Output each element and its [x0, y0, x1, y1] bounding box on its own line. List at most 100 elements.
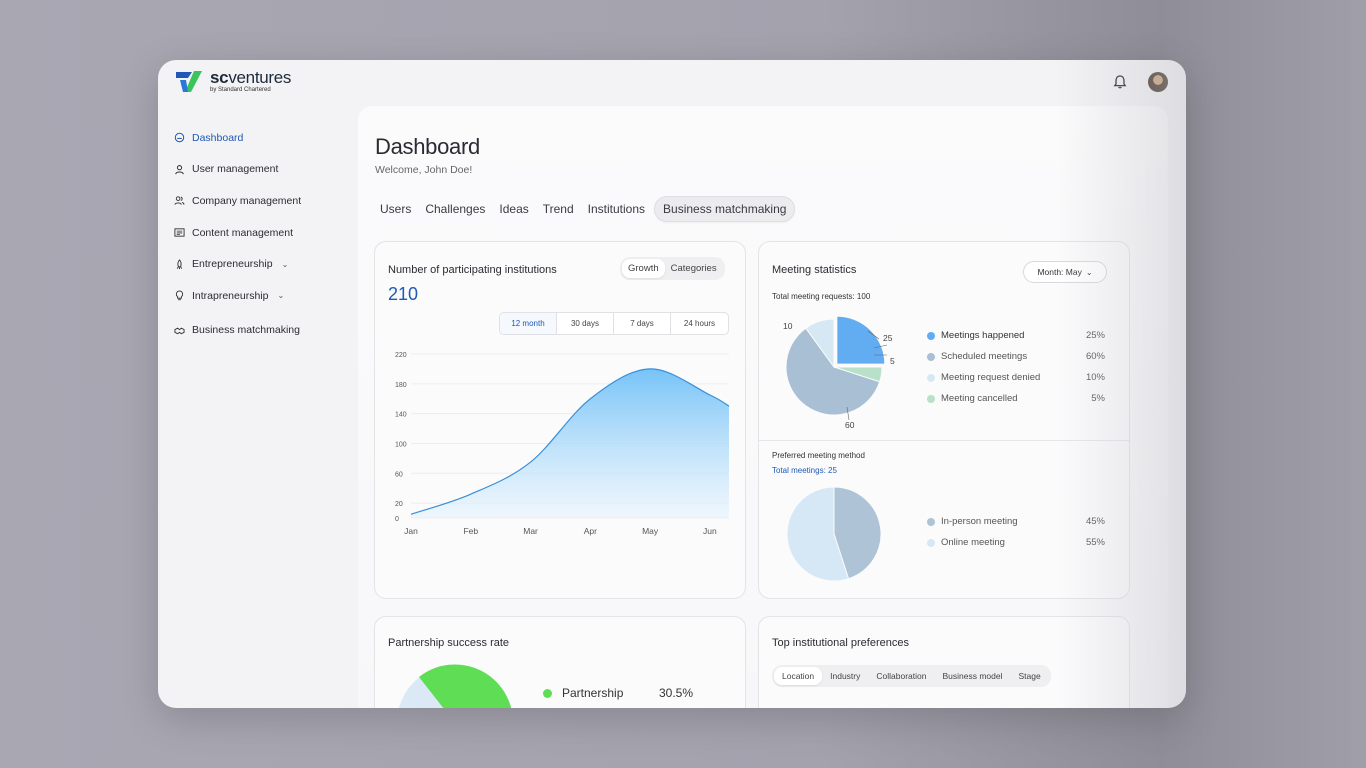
brand-name: scventures [210, 68, 292, 87]
avatar[interactable] [1148, 72, 1168, 92]
brand-logo[interactable]: scventures by Standard Chartered [174, 68, 291, 96]
pie-leader-lines [846, 330, 888, 421]
pref-tab-industry[interactable]: Industry [822, 667, 868, 685]
growth-area-chart: 0 20 60 100 140 180 220 Jan Feb Mar Apr May Jun [395, 352, 730, 536]
handshake-icon [174, 327, 185, 335]
range-7-days[interactable]: 7 days [614, 313, 671, 334]
legend-online: Online meeting [927, 537, 1005, 548]
bulb-icon [175, 290, 184, 301]
partnership-card: Partnership success rate Partnership 30.… [374, 616, 746, 708]
legend-label: Meeting cancelled [941, 393, 1018, 404]
sidebar-item-company-management[interactable]: Company management [174, 185, 344, 217]
x-tick-label: Jan [404, 526, 418, 536]
institutions-card-title: Number of participating institutions [388, 264, 557, 276]
logo-mark-icon [176, 71, 202, 92]
legend-partnership: Partnership [543, 686, 623, 700]
users-icon [174, 196, 185, 206]
x-tick-label: Mar [523, 526, 538, 536]
legend-value: 30.5% [659, 686, 694, 700]
partnership-pie [398, 664, 512, 708]
y-tick-label: 60 [395, 471, 403, 478]
sidebar: Dashboard User management Company manage… [174, 122, 344, 346]
legend-label: Partnership [562, 686, 624, 700]
legend-dot [927, 517, 935, 526]
preferences-card: Top institutional preferences Location I… [758, 616, 1130, 708]
sidebar-item-user-management[interactable]: User management [174, 154, 344, 186]
x-tick-label: Feb [463, 526, 478, 536]
tab-challenges[interactable]: Challenges [420, 197, 490, 221]
meeting-method-pie [786, 486, 882, 582]
legend-dot [927, 331, 935, 340]
tab-trend[interactable]: Trend [538, 197, 579, 221]
sidebar-item-label: Content management [192, 226, 293, 239]
range-30-days[interactable]: 30 days [557, 313, 614, 334]
legend-dot [927, 394, 935, 403]
legend-label: Scheduled meetings [941, 351, 1028, 362]
legend-label: Meeting request denied [941, 372, 1041, 383]
sidebar-item-dashboard[interactable]: Dashboard [174, 122, 344, 154]
legend-dot [927, 352, 935, 361]
sidebar-item-content-management[interactable]: Content management [174, 217, 344, 249]
sidebar-item-label: Business matchmaking [192, 324, 300, 337]
page-title: Dashboard [375, 134, 480, 159]
welcome-text: Welcome, John Doe! [375, 164, 473, 176]
legend-scheduled-meetings: Scheduled meetings [927, 351, 1027, 362]
legend-meeting-cancelled: Meeting cancelled [927, 393, 1018, 404]
y-tick-label: 0 [395, 516, 399, 523]
preferences-card-title: Top institutional preferences [772, 637, 909, 649]
legend-value: 10% [1085, 372, 1105, 383]
sidebar-item-label: Entrepreneurship [192, 258, 273, 271]
legend-label: Meetings happened [941, 330, 1025, 341]
legend-value: 55% [1085, 537, 1105, 548]
institutions-card: Number of participating institutions 210… [374, 241, 746, 599]
range-12-month[interactable]: 12 month [500, 313, 557, 334]
bell-icon[interactable] [1112, 74, 1128, 90]
sidebar-item-label: Dashboard [192, 131, 244, 144]
tab-business-matchmaking[interactable]: Business matchmaking [654, 196, 796, 222]
dashboard-tabs: Users Challenges Ideas Trend Institution… [375, 196, 799, 222]
card-divider [759, 440, 1129, 441]
partnership-card-title: Partnership success rate [388, 637, 510, 649]
preferred-method-title: Preferred meeting method [772, 451, 865, 460]
legend-dot [543, 688, 552, 698]
y-tick-label: 220 [395, 352, 407, 359]
main-panel: Dashboard Welcome, John Doe! Users Chall… [358, 106, 1168, 708]
time-range-selector: 12 month 30 days 7 days 24 hours [499, 312, 729, 335]
y-tick-label: 180 [395, 382, 407, 389]
legend-dot [927, 538, 935, 547]
preferences-tabs: Location Industry Collaboration Business… [772, 665, 1051, 687]
tab-institutions[interactable]: Institutions [583, 197, 650, 221]
brand-tagline: by Standard Chartered [210, 87, 271, 93]
toggle-growth[interactable]: Growth [622, 259, 665, 278]
tab-ideas[interactable]: Ideas [494, 197, 533, 221]
legend-in-person: In-person meeting [927, 516, 1018, 527]
x-tick-label: Jun [703, 526, 717, 536]
sidebar-item-label: Intrapreneurship [192, 289, 269, 302]
app-window: scventures by Standard Chartered Dashboa… [158, 60, 1186, 708]
growth-categories-toggle: Growth Categories [620, 257, 725, 280]
dashboard-icon [174, 133, 185, 143]
sidebar-item-entrepreneurship[interactable]: Entrepreneurship ⌄ [174, 248, 344, 280]
pref-tab-business-model[interactable]: Business model [934, 667, 1010, 685]
legend-meetings-happened: Meetings happened [927, 330, 1024, 341]
institutions-total: 210 [388, 284, 419, 304]
user-icon [175, 164, 184, 175]
tab-users[interactable]: Users [375, 197, 416, 221]
chevron-down-icon[interactable]: ⌄ [277, 291, 284, 300]
pref-tab-collaboration[interactable]: Collaboration [868, 667, 934, 685]
legend-dot [927, 373, 935, 382]
sidebar-item-intrapreneurship[interactable]: Intrapreneurship ⌄ [174, 280, 344, 312]
content-icon [174, 228, 185, 237]
range-24-hours[interactable]: 24 hours [671, 313, 728, 334]
toggle-categories[interactable]: Categories [665, 259, 723, 278]
sidebar-item-business-matchmaking[interactable]: Business matchmaking [174, 315, 344, 347]
chevron-down-icon[interactable]: ⌄ [282, 260, 289, 269]
legend-value: 45% [1085, 516, 1105, 527]
legend-value: 60% [1085, 351, 1105, 362]
pref-tab-stage[interactable]: Stage [1011, 667, 1049, 685]
meeting-statistics-card: Meeting statistics Month: May ⌄ Total me… [758, 241, 1130, 599]
sidebar-item-label: Company management [192, 194, 302, 207]
sidebar-item-label: User management [192, 163, 279, 176]
y-tick-label: 140 [395, 412, 407, 419]
pref-tab-location[interactable]: Location [774, 667, 823, 685]
